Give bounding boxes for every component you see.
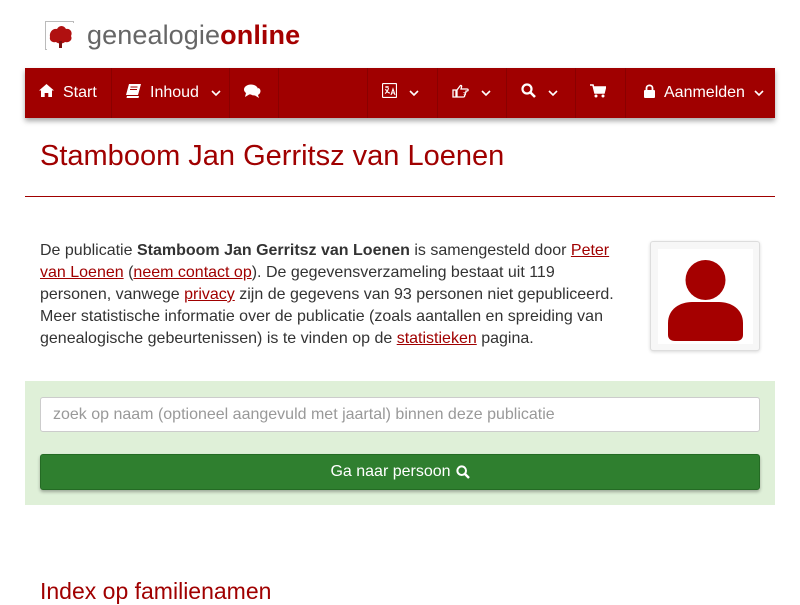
publication-intro: De publicatie Stamboom Jan Gerritsz van … <box>40 242 614 347</box>
brand-name: genealogieonline <box>87 19 301 50</box>
publication-name: Stamboom Jan Gerritsz van Loenen <box>136 242 410 259</box>
comments-icon <box>244 84 261 103</box>
nav-start[interactable]: Start <box>25 68 112 118</box>
chevron-down-icon <box>754 84 764 102</box>
chevron-down-icon <box>409 84 419 102</box>
person-search-input[interactable] <box>40 397 760 432</box>
chevron-down-icon <box>481 84 491 102</box>
nav-forum[interactable] <box>230 68 279 118</box>
nav-spacer <box>279 68 368 118</box>
user-silhouette-icon <box>668 260 743 341</box>
tree-logo-icon <box>45 20 74 50</box>
nav-search[interactable] <box>507 68 576 118</box>
statistics-link[interactable]: statistieken <box>397 330 477 347</box>
lock-icon <box>644 83 655 103</box>
person-search-panel: Ga naar persoon <box>25 381 775 505</box>
nav-language[interactable] <box>368 68 438 118</box>
search-icon <box>455 465 470 479</box>
cart-icon <box>590 83 607 103</box>
main-navbar: Start Inhoud Aanmelden <box>25 68 775 118</box>
nav-shop[interactable] <box>576 68 626 118</box>
hand-pointer-icon <box>452 84 469 103</box>
nav-aanmelden[interactable]: Aanmelden <box>626 68 775 118</box>
surname-index-heading: Index op familienamen <box>40 578 272 604</box>
nav-start-label: Start <box>63 84 97 101</box>
nav-inhoud[interactable]: Inhoud <box>112 68 230 118</box>
chevron-down-icon <box>548 84 558 102</box>
book-icon <box>126 83 141 103</box>
go-to-person-button[interactable]: Ga naar persoon <box>40 454 760 490</box>
contact-link[interactable]: neem contact op <box>133 264 251 281</box>
author-avatar[interactable] <box>650 241 760 351</box>
page-title: Stamboom Jan Gerritsz van Loenen <box>40 140 505 172</box>
nav-aanmelden-label: Aanmelden <box>664 84 745 101</box>
site-logo[interactable]: genealogieonline <box>45 18 300 52</box>
chevron-down-icon <box>211 84 221 102</box>
title-divider <box>25 196 775 197</box>
privacy-link[interactable]: privacy <box>184 286 235 303</box>
go-to-person-label: Ga naar persoon <box>330 463 451 480</box>
search-icon <box>521 83 536 103</box>
home-icon <box>39 84 54 102</box>
language-icon <box>381 82 398 103</box>
nav-share[interactable] <box>438 68 507 118</box>
nav-inhoud-label: Inhoud <box>150 84 199 101</box>
